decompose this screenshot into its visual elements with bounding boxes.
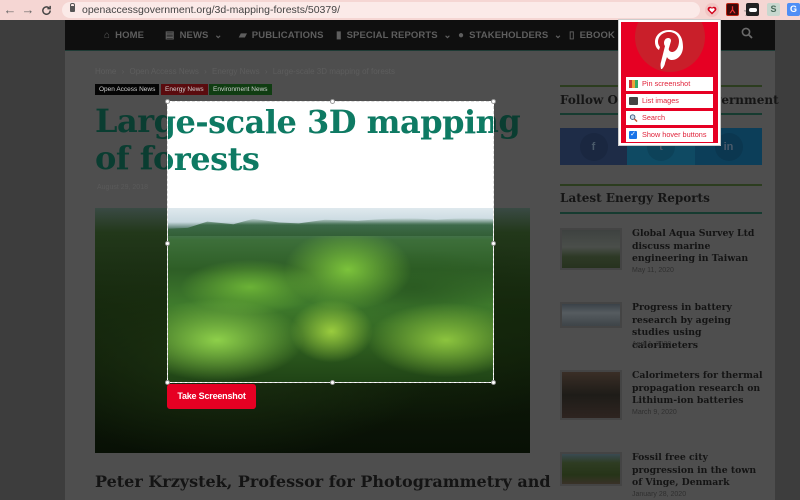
article-date: August 29, 2018 xyxy=(97,184,148,191)
address-bar[interactable]: openaccessgovernment.org/3d-mapping-fore… xyxy=(62,2,754,19)
list-images-label: List images xyxy=(642,96,679,105)
category-tag-environment-news[interactable]: Environment News xyxy=(209,84,272,95)
heart-icon xyxy=(707,6,717,15)
selection-forest-image xyxy=(168,208,493,382)
user-icon: ● xyxy=(458,30,465,41)
resize-handle-top-left[interactable] xyxy=(165,99,170,104)
site-search-icon[interactable] xyxy=(741,27,753,39)
reports-heading: Latest Energy Reports xyxy=(560,191,710,205)
nav-ebook-label: EBOOK xyxy=(579,30,615,41)
nav-home[interactable]: ⌂ HOME xyxy=(104,20,144,51)
divider xyxy=(560,212,762,214)
selection-article-title: Large-scale 3D mapping of forests xyxy=(168,103,493,178)
show-hover-buttons-label: Show hover buttons xyxy=(642,130,707,139)
nav-special-reports[interactable]: ▮ SPECIAL REPORTS ⌄ xyxy=(336,20,452,51)
pinterest-logo-icon xyxy=(655,30,683,69)
report-title[interactable]: Calorimeters for thermal propagation res… xyxy=(632,370,767,408)
breadcrumb-open-access-news[interactable]: Open Access News xyxy=(129,67,198,76)
nav-special-reports-label: SPECIAL REPORTS xyxy=(346,30,438,41)
book-icon: ▰ xyxy=(239,30,247,41)
mountain-ridge xyxy=(168,218,493,236)
report-thumbnail[interactable] xyxy=(560,302,622,328)
search-label: Search xyxy=(642,113,666,122)
forward-button[interactable]: → xyxy=(20,2,36,18)
nav-stakeholders-label: STAKEHOLDERS xyxy=(469,30,549,41)
nav-publications-label: PUBLICATIONS xyxy=(251,30,324,41)
chevron-down-icon: ⌄ xyxy=(554,30,563,41)
page-gutter-left xyxy=(0,20,65,500)
pin-screenshot-label: Pin screenshot xyxy=(642,79,691,88)
screenshot-selection-area[interactable]: Large-scale 3D mapping of forests xyxy=(167,101,494,383)
url-text[interactable]: openaccessgovernment.org/3d-mapping-fore… xyxy=(82,3,340,17)
report-title[interactable]: Global Aqua Survey Ltd discuss marine en… xyxy=(632,228,767,266)
report-date: April 1, 2020 xyxy=(632,341,672,348)
facebook-icon: f xyxy=(579,132,608,161)
breadcrumb-separator: › xyxy=(264,67,268,76)
resize-handle-left[interactable] xyxy=(165,241,170,246)
black-extension-icon[interactable] xyxy=(746,3,759,16)
pdf-icon: ▯ xyxy=(569,30,575,41)
checkbox-checked-icon[interactable]: ✓ xyxy=(629,131,637,139)
resize-handle-bottom-right[interactable] xyxy=(491,380,496,385)
take-screenshot-button[interactable]: Take Screenshot xyxy=(167,384,256,409)
nav-publications[interactable]: ▰ PUBLICATIONS xyxy=(239,20,324,51)
breadcrumb-energy-news[interactable]: Energy News xyxy=(212,67,260,76)
pin-screenshot-button[interactable]: Pin screenshot xyxy=(626,77,713,91)
translate-extension-icon[interactable]: G xyxy=(787,3,800,16)
show-hover-buttons-toggle[interactable]: ✓ Show hover buttons xyxy=(626,128,713,142)
pinterest-popup-body: Pin screenshot List images Search ✓ Show… xyxy=(621,22,718,143)
reload-button[interactable] xyxy=(38,2,54,18)
resize-handle-top[interactable] xyxy=(330,99,335,104)
report-title[interactable]: Fossil free city progression in the town… xyxy=(632,452,767,490)
divider xyxy=(560,184,762,186)
breadcrumb: Home › Open Access News › Energy News › … xyxy=(95,67,395,76)
pinterest-extension-icon[interactable] xyxy=(705,3,719,17)
category-tag-energy-news[interactable]: Energy News xyxy=(161,84,208,95)
breadcrumb-home[interactable]: Home xyxy=(95,67,116,76)
back-button[interactable]: ← xyxy=(2,2,18,18)
breadcrumb-current: Large-scale 3D mapping of forests xyxy=(272,67,396,76)
search-button[interactable]: Search xyxy=(626,111,713,125)
category-tag-open-access-news[interactable]: Open Access News xyxy=(95,84,160,95)
breadcrumb-separator: › xyxy=(121,67,125,76)
file-icon: ▮ xyxy=(336,30,342,41)
magnifier-icon xyxy=(629,114,638,122)
article-subtitle: Peter Krzystek, Professor for Photogramm… xyxy=(95,472,551,491)
resize-handle-right[interactable] xyxy=(491,241,496,246)
s-extension-icon[interactable]: S xyxy=(767,3,780,16)
report-thumbnail[interactable] xyxy=(560,452,622,486)
newspaper-icon: ▤ xyxy=(165,30,175,41)
report-date: March 9, 2020 xyxy=(632,409,677,416)
browser-toolbar: ← → openaccessgovernment.org/3d-mapping-… xyxy=(0,0,800,20)
nav-news-label: NEWS xyxy=(179,30,209,41)
resize-handle-top-right[interactable] xyxy=(491,99,496,104)
breadcrumb-separator: › xyxy=(204,67,207,76)
nav-home-label: HOME xyxy=(115,30,145,41)
report-date: January 28, 2020 xyxy=(632,491,687,498)
home-icon: ⌂ xyxy=(104,30,111,41)
nav-ebook[interactable]: ▯ EBOOK xyxy=(569,20,615,51)
nav-news[interactable]: ▤ NEWS ⌄ xyxy=(165,20,222,51)
report-thumbnail[interactable] xyxy=(560,228,622,270)
page-gutter-right xyxy=(775,20,800,500)
list-images-icon xyxy=(629,97,638,105)
pinterest-popup: Pin screenshot List images Search ✓ Show… xyxy=(618,19,721,146)
report-thumbnail[interactable] xyxy=(560,370,622,420)
acrobat-extension-icon[interactable]: ⅄ xyxy=(726,3,739,16)
facebook-button[interactable]: f xyxy=(560,128,627,165)
list-images-button[interactable]: List images xyxy=(626,94,713,108)
chevron-down-icon: ⌄ xyxy=(443,30,452,41)
nav-stakeholders[interactable]: ● STAKEHOLDERS ⌄ xyxy=(458,20,562,51)
lock-icon xyxy=(70,3,75,12)
pin-screenshot-icon xyxy=(629,80,638,88)
reload-icon xyxy=(41,5,51,15)
report-date: May 11, 2020 xyxy=(632,267,674,274)
chevron-down-icon: ⌄ xyxy=(214,30,223,41)
resize-handle-bottom[interactable] xyxy=(330,380,335,385)
